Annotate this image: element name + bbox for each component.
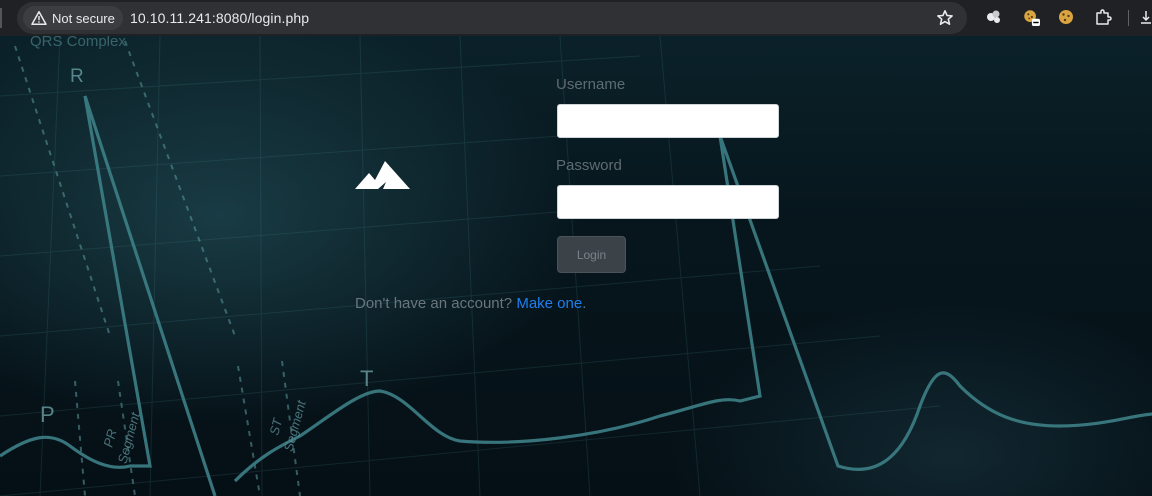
login-button[interactable]: Login <box>557 236 626 273</box>
signup-prompt-text: Don't have an account? <box>355 295 513 312</box>
download-icon[interactable] <box>1140 8 1152 26</box>
ecg-label-p: P <box>40 402 55 427</box>
ecg-label-top: QRS Complex <box>30 36 126 50</box>
username-input[interactable] <box>557 104 779 138</box>
mountain-logo-icon <box>355 161 410 189</box>
password-label: Password <box>556 157 622 174</box>
login-page: QRS Complex R P T PR Segment ST Segment … <box>0 36 1152 496</box>
browser-toolbar: Not secure 10.10.11.241:8080/login.php <box>0 0 1152 36</box>
ecg-label-r: R <box>70 66 84 87</box>
signup-suffix: . <box>582 295 587 312</box>
url-text[interactable]: 10.10.11.241:8080/login.php <box>130 10 309 26</box>
ecg-label-t: T <box>360 366 373 391</box>
password-input[interactable] <box>557 185 779 219</box>
cookie-icon[interactable] <box>1057 8 1075 26</box>
signup-prompt: Don't have an account? Make one. <box>355 295 586 312</box>
pr-label-line2: Segment <box>115 410 143 465</box>
extension-icon[interactable] <box>985 8 1003 26</box>
ecg-guide-lines <box>14 40 301 496</box>
security-label: Not secure <box>52 10 115 26</box>
st-segment-label: ST Segment <box>266 398 309 453</box>
tab-edge <box>0 8 6 28</box>
st-label-line1: ST <box>266 416 285 437</box>
warning-icon <box>31 11 47 25</box>
bookmark-star-icon[interactable] <box>936 9 954 27</box>
security-chip[interactable]: Not secure <box>23 6 123 30</box>
st-label-line2: Segment <box>281 398 309 453</box>
pr-segment-label: PR Segment <box>100 410 143 465</box>
pr-label-line1: PR <box>100 427 119 448</box>
address-bar[interactable]: Not secure 10.10.11.241:8080/login.php <box>17 2 967 34</box>
username-label: Username <box>556 76 626 93</box>
puzzle-icon[interactable] <box>1094 8 1112 26</box>
extension-icon[interactable] <box>1022 8 1040 26</box>
toolbar-divider <box>1128 10 1129 26</box>
make-account-link[interactable]: Make one <box>516 295 582 312</box>
